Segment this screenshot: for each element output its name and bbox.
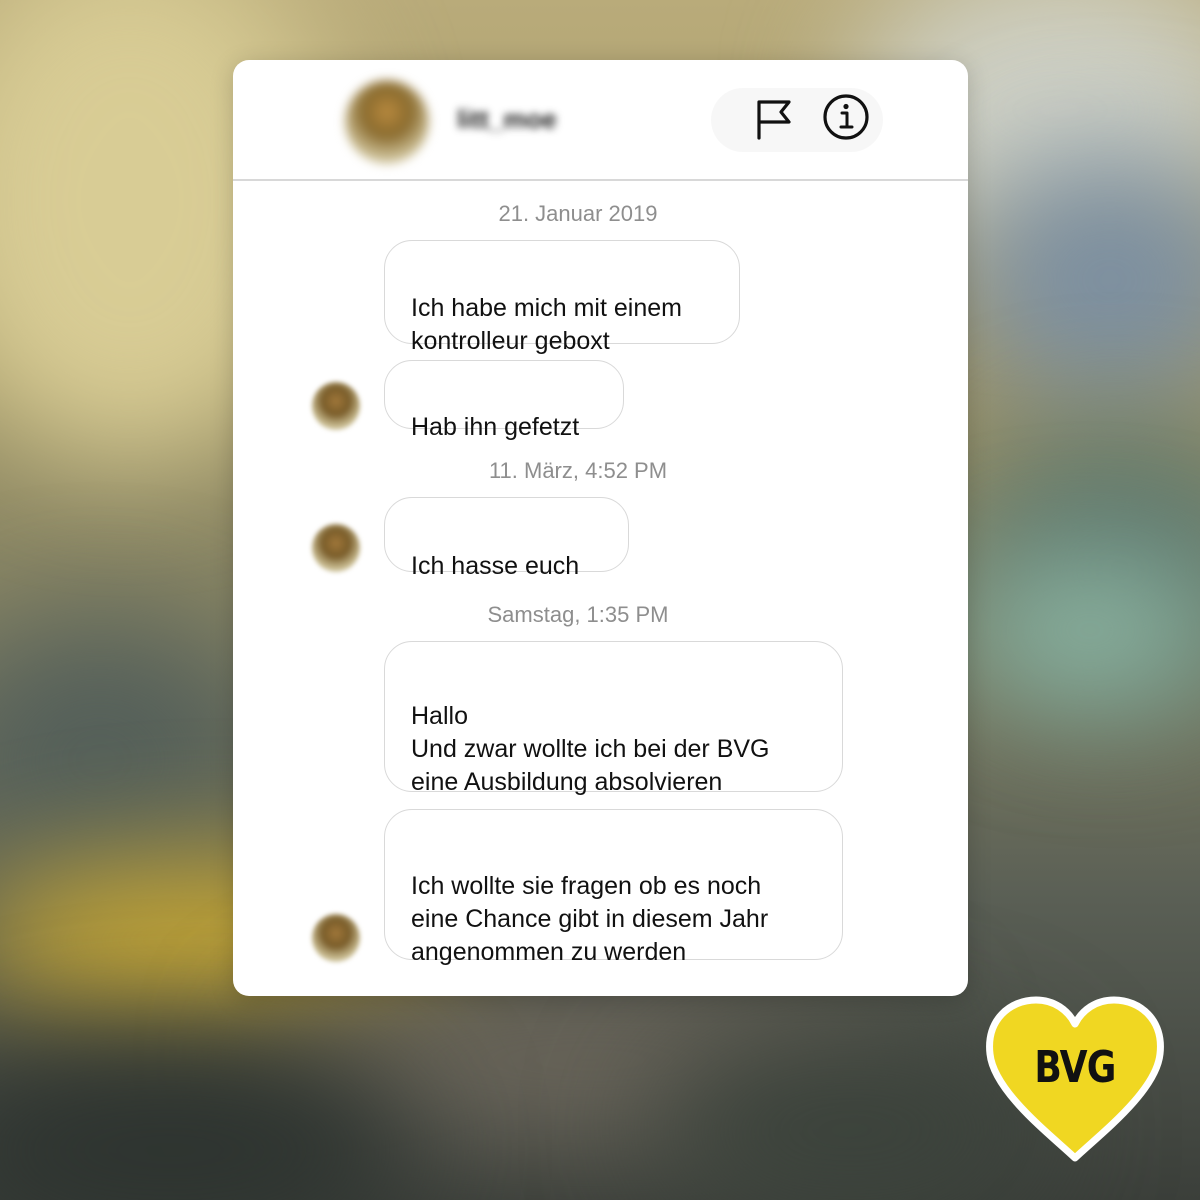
- info-icon[interactable]: [821, 92, 871, 142]
- logo-text: BVG: [1034, 1042, 1116, 1093]
- username[interactable]: litt_moe: [457, 104, 557, 135]
- message-bubble[interactable]: Ich wollte sie fragen ob es noch eine Ch…: [384, 809, 843, 966]
- message-text: Hallo Und zwar wollte ich bei der BVG ei…: [411, 702, 770, 796]
- date-separator: Samstag, 1:35 PM: [487, 602, 669, 627]
- message-window: litt_moe 21. Januar 2019 Ich habe mich m…: [233, 60, 968, 996]
- message-text: Ich hasse euch: [411, 552, 580, 580]
- date-separator: 11. März, 4:52 PM: [488, 458, 668, 483]
- message-bubble[interactable]: Hab ihn gefetzt: [384, 360, 624, 441]
- flag-icon[interactable]: [749, 94, 799, 144]
- message-text: Ich habe mich mit einem kontrolleur gebo…: [411, 294, 682, 355]
- avatar[interactable]: [312, 524, 360, 572]
- message-text: Ich wollte sie fragen ob es noch eine Ch…: [411, 872, 769, 966]
- date-separator: 21. Januar 2019: [498, 201, 658, 226]
- message-bubble[interactable]: Ich hasse euch: [384, 497, 629, 580]
- avatar[interactable]: [312, 914, 360, 962]
- avatar[interactable]: [312, 382, 360, 430]
- message-text: Hab ihn gefetzt: [411, 413, 580, 441]
- bvg-logo: BVG: [982, 996, 1168, 1166]
- message-bubble[interactable]: Hallo Und zwar wollte ich bei der BVG ei…: [384, 641, 843, 796]
- chat-header: litt_moe: [233, 60, 968, 181]
- message-bubble[interactable]: Ich habe mich mit einem kontrolleur gebo…: [384, 240, 740, 355]
- avatar[interactable]: [345, 80, 429, 164]
